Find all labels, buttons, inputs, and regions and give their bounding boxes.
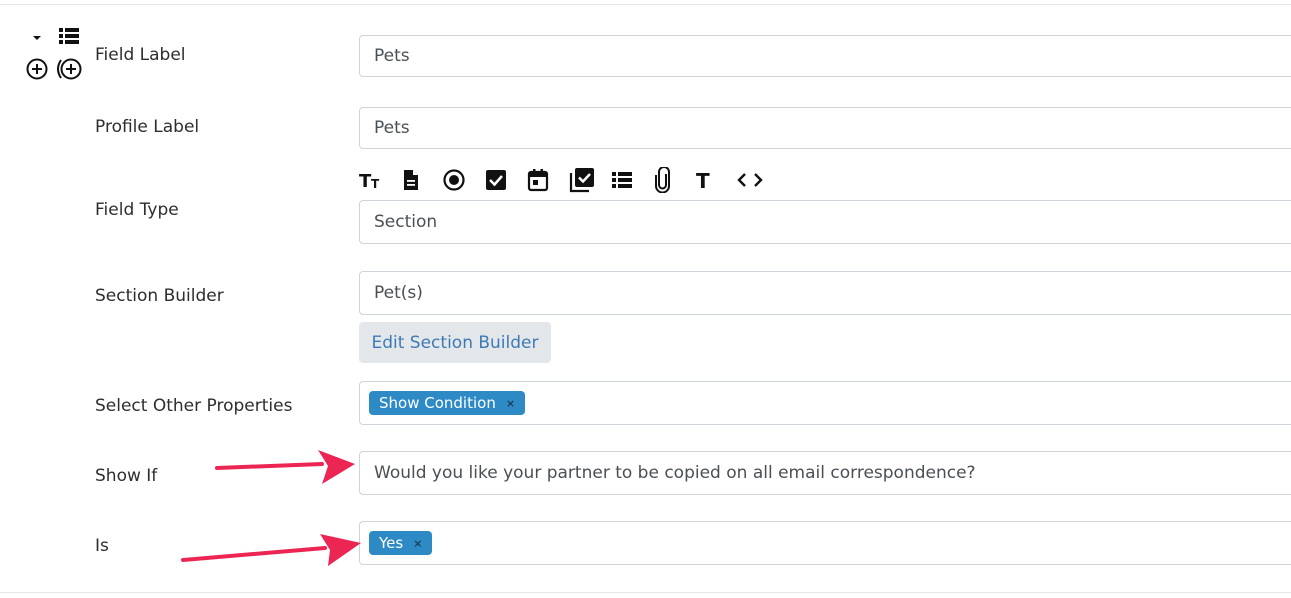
multi-checkbox-icon[interactable]: [569, 168, 611, 193]
annotation-arrow-icon: [181, 534, 361, 566]
paperclip-icon[interactable]: [653, 167, 695, 193]
list-icon[interactable]: [611, 168, 653, 192]
document-icon[interactable]: [401, 168, 443, 192]
other-properties-multiselect[interactable]: Show Condition ×: [359, 381, 1291, 425]
profile-label-label: Profile Label: [95, 117, 200, 137]
is-label: Is: [95, 536, 109, 556]
show-condition-tag-label: Show Condition: [379, 394, 496, 412]
text-size-icon[interactable]: T T: [359, 168, 401, 192]
yes-tag-label: Yes: [379, 534, 404, 552]
caret-down-icon[interactable]: [30, 33, 44, 43]
plus-circle-icon[interactable]: [26, 58, 50, 86]
code-icon[interactable]: [737, 168, 779, 192]
field-type-label: Field Type: [95, 200, 179, 220]
section-builder-value: Pet(s): [374, 283, 423, 303]
top-divider: [0, 4, 1291, 5]
field-label-input[interactable]: Pets: [359, 35, 1291, 77]
radio-icon[interactable]: [443, 168, 485, 192]
field-type-select[interactable]: Section: [359, 200, 1291, 244]
calendar-icon[interactable]: [527, 168, 569, 192]
list-icon[interactable]: [58, 27, 80, 49]
show-if-select[interactable]: Would you like your partner to be copied…: [359, 451, 1291, 495]
remove-show-condition-icon[interactable]: ×: [506, 397, 515, 410]
show-condition-tag: Show Condition ×: [369, 391, 526, 415]
svg-text:T: T: [696, 169, 710, 191]
nested-plus-circle-icon[interactable]: [55, 58, 85, 86]
show-if-label: Show If: [95, 466, 158, 486]
text-icon[interactable]: T: [695, 168, 737, 192]
profile-label-input[interactable]: Pets: [359, 107, 1291, 149]
field-label-value: Pets: [374, 46, 410, 66]
annotation-arrow-icon: [215, 450, 355, 484]
bottom-divider: [0, 592, 1291, 593]
show-if-value: Would you like your partner to be copied…: [374, 463, 976, 483]
other-properties-label: Select Other Properties: [95, 396, 293, 416]
edit-section-builder-button[interactable]: Edit Section Builder: [359, 322, 551, 363]
field-type-value: Section: [374, 212, 438, 232]
section-builder-input[interactable]: Pet(s): [359, 271, 1291, 315]
yes-tag: Yes ×: [369, 531, 433, 555]
svg-text:T: T: [371, 177, 380, 191]
checkbox-icon[interactable]: [485, 168, 527, 192]
profile-label-value: Pets: [374, 118, 410, 138]
is-multiselect[interactable]: Yes ×: [359, 521, 1291, 565]
remove-yes-icon[interactable]: ×: [413, 537, 422, 550]
section-builder-label: Section Builder: [95, 286, 224, 306]
field-type-toolbar: T T T: [359, 167, 779, 193]
field-label-label: Field Label: [95, 45, 186, 65]
